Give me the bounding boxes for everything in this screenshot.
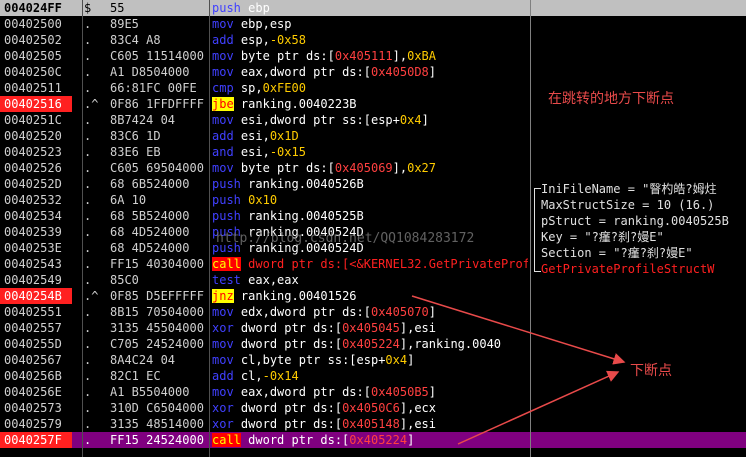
arrow-to-call — [457, 370, 620, 445]
annotation-arrows — [411, 295, 626, 445]
arrow-to-jnz — [411, 295, 626, 365]
